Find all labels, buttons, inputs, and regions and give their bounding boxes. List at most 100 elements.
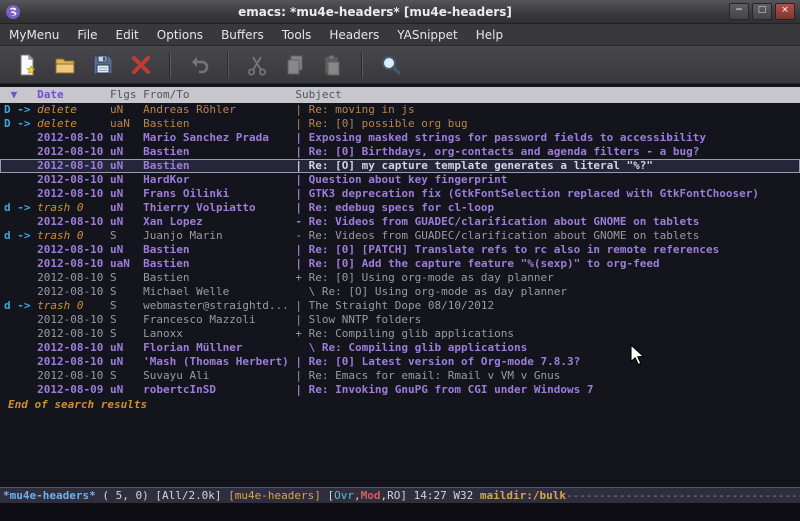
flags-from-cells: uN robertcInSD [103,383,295,396]
message-row[interactable]: d -> trash 0 uN Thierry Volpiatto | Re: … [0,201,800,215]
buffer-area: ▼ Date Flgs From/To Subject D -> delete … [0,84,800,487]
flags-from-cells: S Francesco Mazzoli [103,313,295,326]
mark-indicator: D -> [4,117,37,130]
menu-help[interactable]: Help [467,26,512,44]
mark-indicator-empty [4,327,37,340]
subject-cell: | Re: [O] my capture template generates … [295,159,653,172]
subject-cell: | Re: [0] Add the capture feature "%(sex… [295,257,659,270]
mark-indicator-empty [4,145,37,158]
message-row[interactable]: 2012-08-10 S Francesco Mazzoli | Slow NN… [0,313,800,327]
subject-cell: | Re: [0] Birthdays, org-contacts and ag… [295,145,699,158]
message-row[interactable]: 2012-08-10 uN Mario Sanchez Prada | Expo… [0,131,800,145]
message-row[interactable]: 2012-08-10 uN Frans Oilinki | GTK3 depre… [0,187,800,201]
date-cell: 2012-08-10 [37,131,103,144]
date-cell: 2012-08-10 [37,159,103,172]
window-minimize-button[interactable]: − [729,3,749,20]
modeline-segment-plain: , [354,489,361,502]
message-row[interactable]: 2012-08-10 uN 'Mash (Thomas Herbert) | R… [0,355,800,369]
subject-cell: | Re: [0] Latest version of Org-mode 7.8… [295,355,580,368]
menu-tools[interactable]: Tools [273,26,321,44]
mark-indicator-empty [4,313,37,326]
subject-cell: | GTK3 deprecation fix (GtkFontSelection… [295,187,759,200]
window-maximize-button[interactable]: □ [752,3,772,20]
message-row[interactable]: D -> delete uaN Bastien | Re: [0] possib… [0,117,800,131]
flags-from-cells: uN Florian Müllner [103,341,295,354]
message-row[interactable]: 2012-08-10 S Michael Welle \ Re: [O] Usi… [0,285,800,299]
mark-label: delete [37,117,103,130]
message-list: D -> delete uN Andreas Röhler | Re: movi… [0,103,800,397]
window-title: emacs: *mu4e-headers* [mu4e-headers] [21,5,729,19]
paste-icon [321,53,345,77]
message-row[interactable]: 2012-08-10 uN Bastien | Re: [O] my captu… [0,159,800,173]
toolbar-close-buffer-button[interactable] [124,50,158,80]
message-row[interactable]: d -> trash 0 S Juanjo Marin - Re: Videos… [0,229,800,243]
toolbar-separator [227,52,229,78]
subject-cell: | The Straight Dope 08/10/2012 [295,299,494,312]
modeline-segment-dir: maildir:/bulk [480,489,566,502]
menu-mymenu[interactable]: MyMenu [0,26,68,44]
flags-from-cells: uN Andreas Röhler [103,103,295,116]
end-of-results-label: End of search results [0,398,800,412]
minibuffer[interactable] [0,503,800,521]
mode-line: *mu4e-headers* ( 5, 0) [All/2.0k] [mu4e-… [0,487,800,503]
header-col-from[interactable]: From/To [136,88,288,101]
date-cell: 2012-08-10 [37,313,103,326]
mouse-cursor [630,344,646,368]
flags-from-cells: uaN Bastien [103,257,295,270]
mark-indicator-empty [4,271,37,284]
message-row[interactable]: 2012-08-10 uN Xan Lopez - Re: Videos fro… [0,215,800,229]
flags-from-cells: S Suvayu Ali [103,369,295,382]
message-row[interactable]: 2012-08-10 uaN Bastien | Re: [0] Add the… [0,257,800,271]
message-row[interactable]: 2012-08-10 S Lanoxx + Re: Compiling glib… [0,327,800,341]
toolbar-paste-button [316,50,350,80]
modeline-segment-plain: ( 5, 0) [96,489,156,502]
message-row[interactable]: d -> trash 0 S webmaster@straightd... | … [0,299,800,313]
message-row[interactable]: 2012-08-10 uN Florian Müllner \ Re: Comp… [0,341,800,355]
emacs-app-icon [5,4,21,20]
toolbar-search-button[interactable] [374,50,408,80]
toolbar-open-file-button[interactable] [48,50,82,80]
date-cell: 2012-08-10 [37,271,103,284]
modeline-segment-dash: -------------------------------------- [566,489,800,502]
flags-from-cells: S Lanoxx [103,327,295,340]
menu-headers[interactable]: Headers [320,26,388,44]
toolbar-save-buffer-button[interactable] [86,50,120,80]
flags-from-cells: uN Bastien [103,243,295,256]
header-col-flags[interactable]: Flgs [103,88,136,101]
message-row[interactable]: D -> delete uN Andreas Röhler | Re: movi… [0,103,800,117]
flags-from-cells: uN Thierry Volpiatto [103,201,295,214]
subject-cell: + Re: Compiling glib applications [295,327,514,340]
date-cell: 2012-08-10 [37,327,103,340]
flags-from-cells: uN 'Mash (Thomas Herbert) [103,355,295,368]
menu-options[interactable]: Options [148,26,212,44]
mark-label: trash 0 [37,229,103,242]
header-col-date[interactable]: ▼ Date [4,88,103,101]
message-row[interactable]: 2012-08-10 S Suvayu Ali | Re: Emacs for … [0,369,800,383]
message-row[interactable]: 2012-08-10 uN HardKor | Question about k… [0,173,800,187]
subject-cell: - Re: Videos from GUADEC/clarification a… [295,215,699,228]
subject-cell: | Slow NNTP folders [295,313,421,326]
message-row[interactable]: 2012-08-10 uN Bastien | Re: [0] Birthday… [0,145,800,159]
flags-from-cells: S Juanjo Marin [103,229,295,242]
title-bar[interactable]: emacs: *mu4e-headers* [mu4e-headers] −□× [0,0,800,24]
flags-from-cells: uN Mario Sanchez Prada [103,131,295,144]
flags-from-cells: S Michael Welle [103,285,295,298]
mark-indicator: d -> [4,201,37,214]
subject-cell: + Re: [0] Using org-mode as day planner [295,271,553,284]
menu-buffers[interactable]: Buffers [212,26,273,44]
subject-cell: | Re: edebug specs for cl-loop [295,201,494,214]
header-col-subject[interactable]: Subject [289,88,342,101]
message-row[interactable]: 2012-08-09 uN robertcInSD | Re: Invoking… [0,383,800,397]
copy-icon [283,53,307,77]
subject-cell: | Re: Invoking GnuPG from CGI under Wind… [295,383,593,396]
window-close-button[interactable]: × [775,3,795,20]
menu-yasnippet[interactable]: YASnippet [388,26,467,44]
mark-indicator-empty [4,257,37,270]
menu-file[interactable]: File [68,26,106,44]
date-cell: 2012-08-10 [37,145,103,158]
modeline-segment-plain: ,RO] [381,489,414,502]
message-row[interactable]: 2012-08-10 S Bastien + Re: [0] Using org… [0,271,800,285]
message-row[interactable]: 2012-08-10 uN Bastien | Re: [0] [PATCH] … [0,243,800,257]
toolbar-new-file-button[interactable] [10,50,44,80]
menu-edit[interactable]: Edit [107,26,148,44]
